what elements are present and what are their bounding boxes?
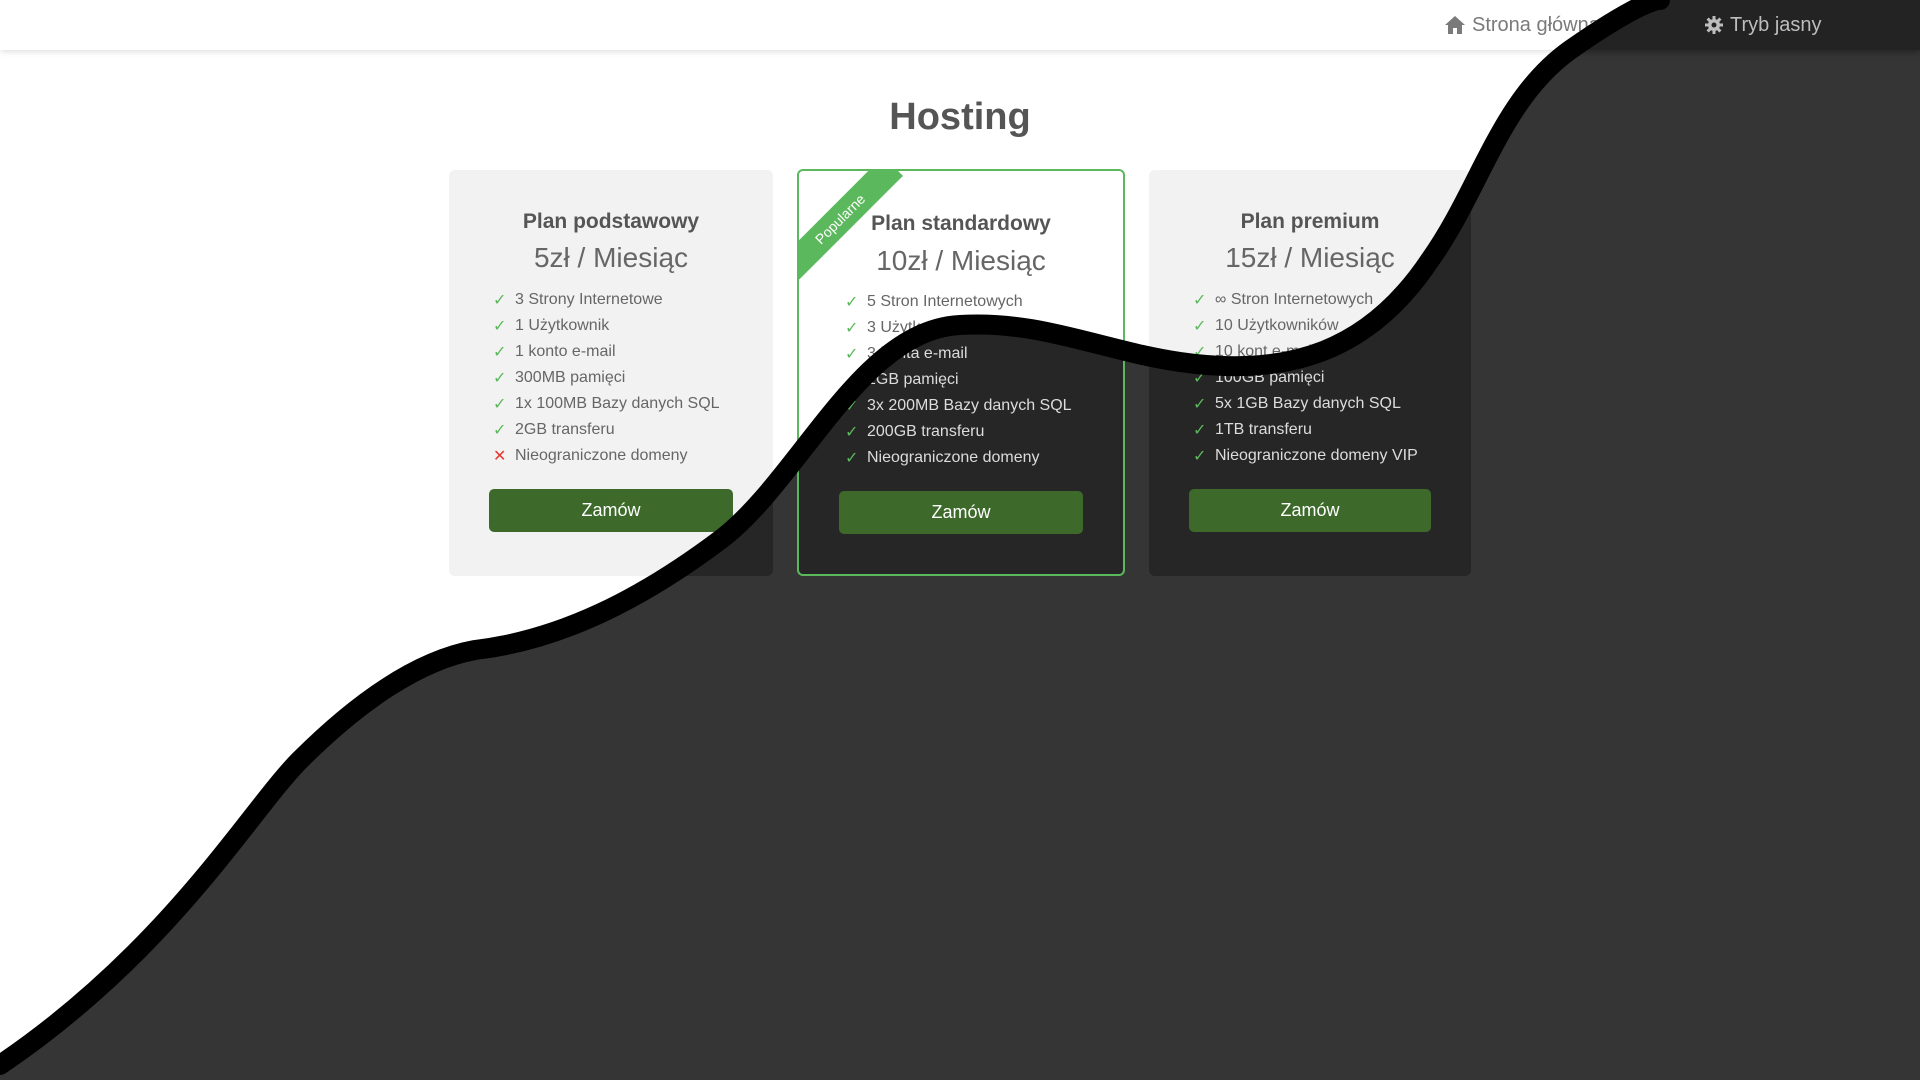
theme-divider-curve <box>0 0 1670 1075</box>
